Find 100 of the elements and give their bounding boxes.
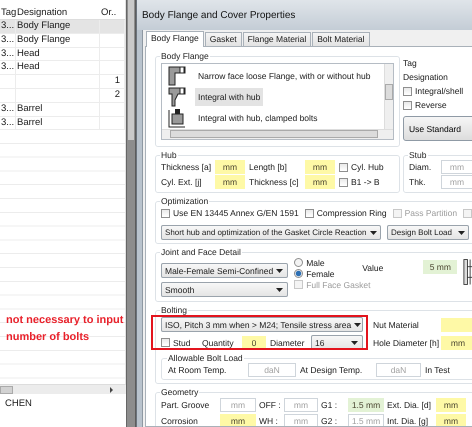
field-label: Thk. [409, 176, 427, 189]
scrollbar-thumb[interactable] [128, 0, 134, 140]
checkbox[interactable] [304, 208, 314, 218]
field-label: Quantity [202, 336, 235, 350]
table-cell: Body Flange [16, 34, 100, 47]
table-cell: 2 [100, 88, 125, 102]
list-box[interactable]: Narrow face loose Flange, with or without hub Integral with hub Integral with hub, clamped bolts [161, 63, 394, 140]
radio-button[interactable] [294, 269, 304, 278]
input-field[interactable]: mm [220, 398, 256, 412]
field-label: At Room Temp. [168, 364, 228, 377]
table-cell: 1 [100, 75, 125, 88]
input-field[interactable]: mm [215, 175, 245, 189]
table-row[interactable]: 3... Head [0, 48, 125, 62]
field-label: G2 : [321, 415, 338, 426]
field-label: In Test [425, 364, 451, 377]
checkbox-label: Full Face Gasket [306, 278, 370, 292]
scrollbar-thumb[interactable] [385, 84, 393, 100]
table-row[interactable]: 1 [0, 75, 125, 89]
checkbox-label: Reverse [415, 99, 447, 112]
tab[interactable]: Gasket [204, 32, 242, 46]
window-title: Body Flange and Cover Properties [142, 10, 296, 20]
annotation-text: not necessary to input number of bolts [6, 313, 124, 345]
field-label: Cyl. Ext. [j] [161, 176, 203, 189]
scrollbar[interactable] [126, 0, 136, 427]
scrollbar-thumb[interactable] [170, 130, 378, 138]
column-header[interactable]: Designation [16, 6, 100, 19]
table-row[interactable]: 3... Body Flange [0, 20, 125, 34]
table-cell: Barrel [16, 102, 100, 116]
input-field[interactable]: mm [305, 160, 335, 174]
input-field[interactable]: mm [436, 398, 466, 412]
input-field[interactable]: mm [215, 160, 245, 174]
checkbox-label: B1 -> B [351, 176, 380, 189]
checkbox[interactable] [339, 162, 348, 172]
use-standard-button[interactable]: Use Standard [403, 116, 472, 141]
input-field[interactable]: mm [441, 336, 472, 350]
table-cell: 3... [0, 116, 16, 130]
checkbox-label: Compression Ring [316, 207, 387, 220]
field-label: Thickness [a] [161, 161, 211, 174]
field-label: Hole Diameter [h] [373, 336, 437, 350]
checkbox-label: Use EN 13445 Annex G/EN 1591 [173, 207, 299, 220]
field-label: Thickness [c] [249, 176, 300, 189]
radio-button[interactable] [294, 258, 304, 267]
input-field[interactable]: 1.5 mm [348, 414, 384, 426]
dropdown[interactable]: Short hub and optimization of the Gasket Circle Reaction [161, 225, 381, 240]
caret-icon [276, 268, 284, 272]
input-field[interactable]: mm [284, 398, 318, 412]
input-field[interactable]: daN [376, 363, 421, 377]
group-label: Stub [408, 150, 428, 160]
field-label: At Design Temp. [300, 364, 364, 377]
caret-icon [354, 322, 362, 326]
field-label: Designation [403, 71, 448, 84]
table-cell: 3... [0, 48, 16, 60]
table-cell: Body Flange [16, 20, 100, 33]
field-label: Diam. [409, 161, 432, 174]
field-label: Nut Material [373, 318, 420, 332]
table-row[interactable]: 3... Body Flange [0, 34, 125, 48]
group-label: Allowable Bolt Load [167, 353, 244, 363]
checkbox[interactable] [339, 178, 348, 186]
list-item[interactable]: Integral with hub, clamped bolts [195, 108, 321, 126]
caret-icon [276, 288, 284, 292]
checkbox[interactable] [161, 338, 170, 347]
dropdown[interactable]: ISO, Pitch 3 mm when > M24; Tensile stress area [161, 317, 363, 332]
column-header[interactable]: Tag [0, 6, 16, 19]
dropdown[interactable]: Smooth [161, 282, 288, 297]
field-label: OFF : [259, 399, 281, 412]
input-field[interactable]: 1.5 mm [348, 398, 384, 412]
table-cell: Head [16, 61, 100, 74]
input-field[interactable]: daN [248, 363, 296, 377]
tab[interactable]: Bolt Material [312, 32, 370, 46]
input-field[interactable]: mm [220, 414, 256, 426]
input-field[interactable]: mm [436, 414, 466, 426]
dropdown[interactable]: Design Bolt Load [387, 225, 469, 240]
field-label: Length [b] [249, 161, 288, 174]
scrollbar-thumb[interactable] [0, 386, 13, 394]
column-header[interactable]: Or.. [100, 6, 125, 19]
input-field[interactable]: 5 mm [423, 260, 458, 274]
list-item[interactable]: Integral with hub [195, 88, 264, 106]
table-row[interactable]: 3... Head [0, 61, 125, 76]
tab[interactable]: Flange Material [242, 32, 312, 46]
group-label: Geometry [160, 387, 200, 397]
table-row[interactable]: 2 [0, 88, 125, 103]
group-label: Optimization [160, 196, 210, 206]
input-field[interactable]: mm [441, 160, 472, 174]
flange-icon [167, 108, 187, 128]
checkbox[interactable] [161, 208, 170, 218]
checkbox[interactable] [403, 86, 412, 96]
tab[interactable]: Body Flange [146, 31, 204, 47]
caret-icon [458, 230, 465, 234]
checkbox[interactable] [403, 100, 412, 110]
input-field[interactable]: mm [284, 414, 318, 426]
field-label: G1 : [321, 399, 338, 412]
checkbox-label: Integral/shell [415, 85, 464, 98]
input-field[interactable]: 0 [242, 336, 266, 350]
table-row[interactable]: 3... Barrel [0, 102, 125, 117]
flange-icon [167, 86, 187, 106]
dropdown[interactable]: Male-Female Semi-Confined [161, 263, 288, 278]
field-label: Part. Groove [161, 399, 210, 412]
list-item[interactable]: Narrow face loose Flange, with or without hub [195, 66, 374, 84]
input-field[interactable]: mm [305, 175, 335, 189]
input-field[interactable]: mm [441, 175, 472, 189]
